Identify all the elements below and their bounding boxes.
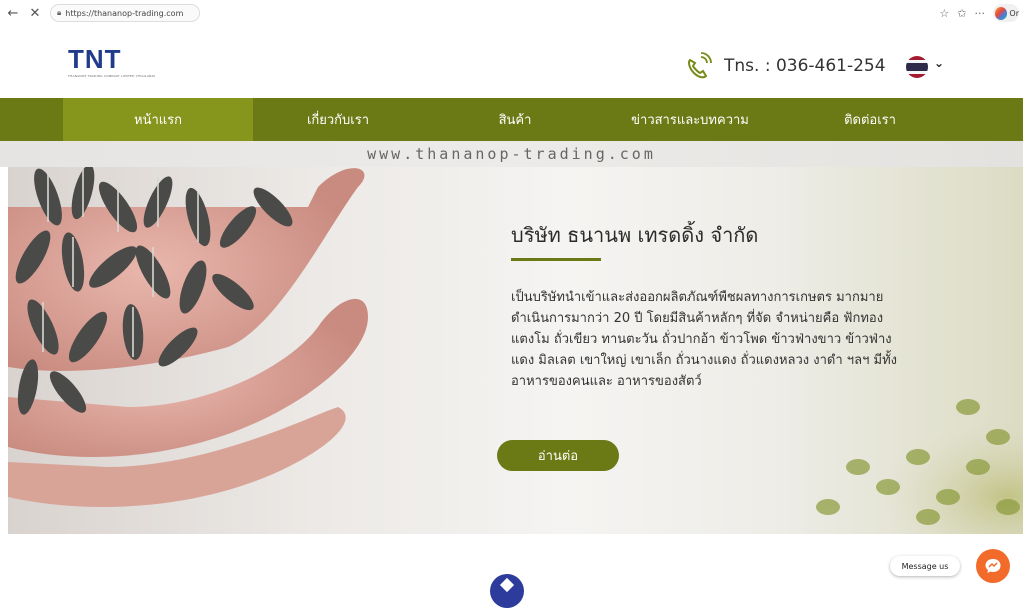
phone-number: Tns. : 036-461-254 xyxy=(724,56,886,76)
chevron-down-icon[interactable]: ⌄ xyxy=(934,56,944,70)
lock-icon: 🔒︎ xyxy=(57,8,62,17)
back-arrow-icon[interactable]: ← xyxy=(4,4,22,22)
phone-icon xyxy=(688,52,712,79)
nav-item-about[interactable]: เกี่ยวกับเรา xyxy=(263,98,413,141)
browser-actions: ☆ ✩ ··· Or xyxy=(939,4,1019,22)
nav-item-contact[interactable]: ติดต่อเรา xyxy=(800,98,940,141)
profile-avatar-icon xyxy=(995,6,1008,20)
browser-toolbar: ← ✕ 🔒︎ https://thananop-trading.com ☆ ✩ … xyxy=(0,0,1023,26)
site-logo[interactable]: TNT THANANOP TRADING COMPANY LIMITED (TH… xyxy=(68,46,155,78)
phone-contact[interactable]: Tns. : 036-461-254 xyxy=(684,52,886,80)
site-header: TNT THANANOP TRADING COMPANY LIMITED (TH… xyxy=(0,30,1023,98)
messenger-button[interactable] xyxy=(976,549,1010,583)
watermark-text: www.thananop-trading.com xyxy=(0,141,1023,167)
partner-logo-icon xyxy=(490,574,524,608)
logo-subtitle: THANANOP TRADING COMPANY LIMITED (THAILA… xyxy=(68,74,156,78)
hero-description: เป็นบริษัทนำเข้าและส่งออกผลิตภัณฑ์พืชผลท… xyxy=(511,290,897,389)
thai-flag-icon[interactable] xyxy=(906,56,928,78)
hero-title: บริษัท ธนานพ เทรดดิ้ง จำกัด xyxy=(511,223,759,247)
favorite-star-icon[interactable]: ☆ xyxy=(939,7,949,20)
chat-icon xyxy=(985,559,1001,573)
profile-button[interactable]: Or xyxy=(993,4,1019,22)
read-more-button[interactable]: อ่านต่อ xyxy=(497,440,619,471)
logo-text: TNT xyxy=(68,44,122,74)
profile-label: Or xyxy=(1009,8,1019,18)
message-us-label[interactable]: Message us xyxy=(890,556,960,576)
address-bar[interactable]: 🔒︎ https://thananop-trading.com xyxy=(50,4,200,22)
more-options-icon[interactable]: ··· xyxy=(975,7,986,20)
nav-item-news[interactable]: ข่าวสารและบทความ xyxy=(600,98,780,141)
hero-divider xyxy=(511,258,601,261)
main-nav: หน้าแรก เกี่ยวกับเรา สินค้า ข่าวสารและบท… xyxy=(0,98,1023,141)
nav-item-products[interactable]: สินค้า xyxy=(455,98,575,141)
close-icon[interactable]: ✕ xyxy=(26,4,44,22)
favorites-list-icon[interactable]: ✩ xyxy=(957,7,966,20)
hero-banner: บริษัท ธนานพ เทรดดิ้ง จำกัด เป็นบริษัทนำ… xyxy=(8,167,1023,534)
url-text: https://thananop-trading.com xyxy=(65,8,184,18)
nav-item-home[interactable]: หน้าแรก xyxy=(63,98,253,141)
